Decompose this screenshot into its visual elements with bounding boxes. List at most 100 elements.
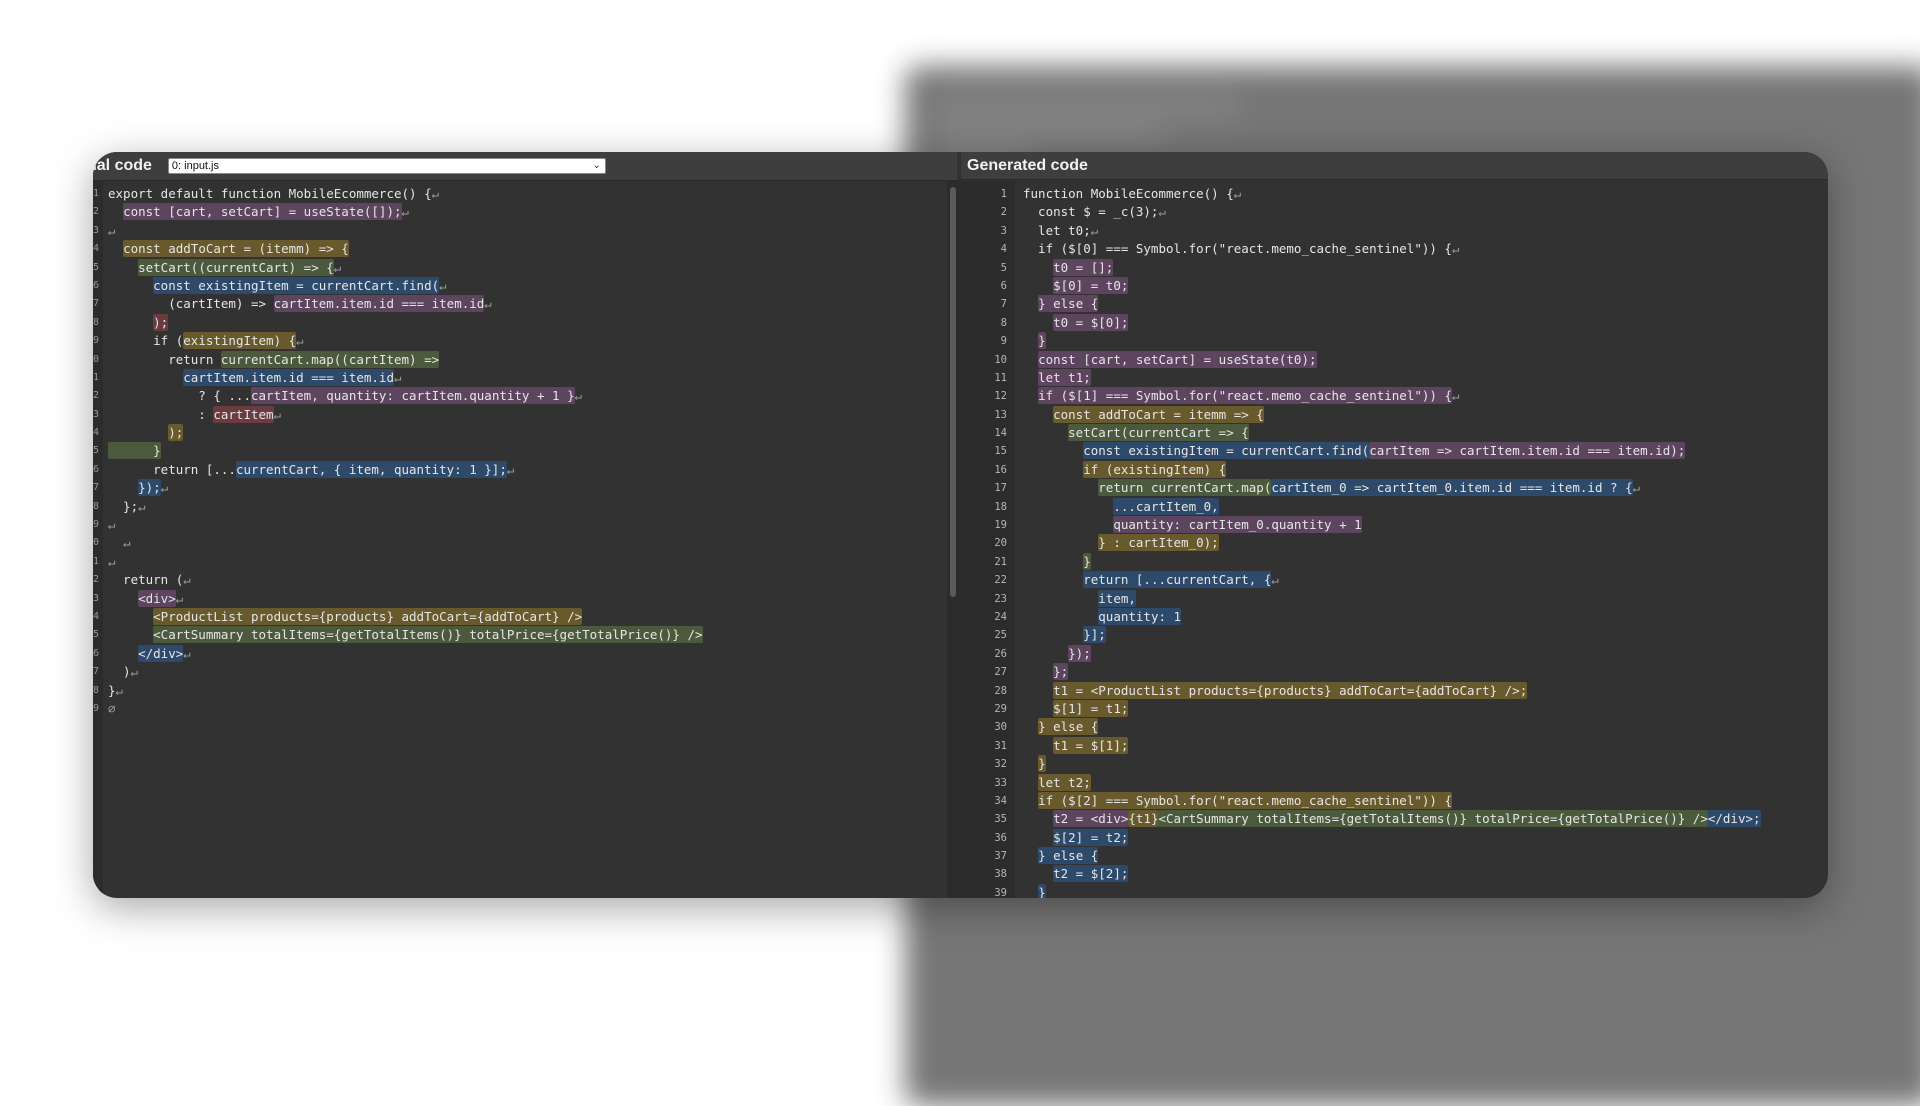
highlighted-code-span: </div>	[138, 644, 184, 662]
code-text: ↵	[108, 534, 131, 552]
line-number: 8	[93, 500, 99, 512]
code-span	[1023, 885, 1038, 898]
highlighted-code-span: if ($[2] === Symbol.for("react.memo_cach…	[1038, 791, 1452, 809]
return-marker: ↵	[484, 296, 492, 312]
code-span	[1023, 462, 1083, 477]
code-line: 18 ...cartItem_0,	[961, 497, 1828, 516]
line-number: 8	[93, 684, 99, 696]
code-line: 14 setCart(currentCart => {	[961, 424, 1828, 442]
highlighted-code-span: currentCart.map((cartItem) =>	[220, 350, 440, 368]
code-text: return currentCart.map(cartItem_0 => car…	[1023, 479, 1640, 497]
code-span: if (	[108, 333, 184, 349]
code-line: 22 return [...currentCart, {↵	[961, 571, 1828, 589]
code-text: ↵	[108, 516, 116, 534]
highlighted-code-span: cartItem.item.id === item.id	[273, 295, 485, 313]
highlighted-code-span: t1 = <ProductList products={products} ad…	[1053, 681, 1528, 699]
original-code-lines: 1 export default function MobileEcommerce…	[93, 185, 947, 718]
code-line: 6 return [...currentCart, { item, quanti…	[93, 460, 947, 479]
code-span	[1023, 315, 1053, 330]
chevron-down-icon: ⌄	[592, 160, 601, 171]
code-text: } : cartItem_0);	[1023, 534, 1219, 552]
generated-code-header: Generated code	[961, 152, 1828, 180]
code-span: (cartItem) =>	[108, 296, 274, 312]
original-code-title: nal code	[93, 157, 152, 174]
code-text: }	[1023, 332, 1046, 350]
highlighted-code-span: quantity: cartItem_0.quantity + 1	[1113, 516, 1362, 534]
code-text: const $ = _c(3);↵	[1023, 203, 1166, 221]
return-marker: ↵	[1632, 480, 1641, 496]
return-marker: ↵	[108, 553, 116, 569]
return-marker: ↵	[506, 461, 515, 477]
code-span	[1023, 278, 1053, 293]
return-marker: ↵	[1271, 572, 1279, 588]
return-marker: ↵	[333, 259, 342, 275]
code-text: t0 = $[0];	[1023, 313, 1129, 332]
original-code-editor[interactable]: 1 export default function MobileEcommerce…	[93, 181, 947, 898]
line-number: 3	[93, 408, 99, 420]
generated-code-editor[interactable]: 1 function MobileEcommerce() {↵ 2 const $ …	[961, 181, 1828, 898]
code-span	[1023, 535, 1098, 550]
code-span	[1023, 407, 1053, 422]
line-number: 17	[994, 482, 1007, 495]
line-number: 18	[994, 500, 1007, 513]
file-select-dropdown[interactable]: 0: input.js ⌄	[167, 158, 606, 174]
line-number: 23	[994, 592, 1007, 605]
code-line: 3 ↵	[93, 222, 947, 240]
code-line: 29 $[1] = t1;	[961, 699, 1828, 718]
code-line: 23 item,	[961, 589, 1828, 608]
code-line: 31 t1 = $[1];	[961, 736, 1828, 755]
code-line: 0 ↵	[93, 534, 947, 552]
highlighted-code-span: setCart((currentCart) => {	[138, 258, 334, 276]
highlighted-code-span: setCart(currentCart => {	[1068, 424, 1249, 442]
generated-code-title: Generated code	[967, 156, 1088, 174]
code-text: if (existingItem) {↵	[108, 332, 304, 350]
highlighted-code-span: cartItem => cartItem.item.id === item.id…	[1369, 442, 1686, 460]
line-number: 33	[994, 776, 1007, 789]
line-number: 11	[994, 371, 1007, 384]
code-line: 1 function MobileEcommerce() {↵	[961, 185, 1828, 203]
line-number: 5	[93, 445, 99, 457]
code-text: setCart((currentCart) => {↵	[108, 258, 342, 277]
highlighted-code-span: return currentCart.map(	[1098, 479, 1272, 497]
playground-window: nal code 0: input.js ⌄ Generated code 1e…	[93, 152, 1828, 898]
code-line: 8 t0 = $[0];	[961, 313, 1828, 332]
code-line: 5 t0 = [];	[961, 258, 1828, 277]
code-line: 20 } : cartItem_0);	[961, 534, 1828, 552]
code-line: 4 const addToCart = (itemm) => {	[93, 240, 947, 258]
code-line: 5 <CartSummary totalItems={getTotalItems…	[93, 626, 947, 644]
return-marker: ↵	[115, 682, 124, 698]
line-number: 7	[93, 298, 99, 310]
code-line: 2 return (↵	[93, 571, 947, 589]
code-text: const [cart, setCart] = useState(t0);	[1023, 350, 1317, 369]
line-number: 10	[994, 353, 1007, 366]
code-line: 9 ∅	[93, 700, 947, 718]
code-span: const $ = _c(3);	[1023, 204, 1159, 220]
code-span	[1023, 830, 1053, 845]
code-text: ...cartItem_0,	[1023, 497, 1219, 516]
code-line: 17 return currentCart.map(cartItem_0 => …	[961, 479, 1828, 497]
code-text: });↵	[108, 479, 168, 497]
return-marker: ↵	[574, 388, 583, 404]
line-number: 5	[93, 629, 99, 641]
code-line: 4 if ($[0] === Symbol.for("react.memo_ca…	[961, 240, 1828, 258]
line-number: 32	[994, 758, 1007, 771]
highlighted-code-span: }	[1038, 755, 1046, 773]
code-span	[1023, 646, 1068, 661]
highlighted-code-span: }	[1038, 883, 1046, 898]
highlighted-code-span: const addToCart = itemm => {	[1053, 405, 1264, 423]
code-span	[1023, 296, 1038, 311]
highlighted-code-span: const existingItem = currentCart.find(	[1083, 442, 1370, 460]
code-text: );	[108, 424, 184, 442]
code-text: t2 = <div>{t1}<CartSummary totalItems={g…	[1023, 810, 1761, 828]
scrollbar-thumb[interactable]	[950, 187, 956, 597]
code-text: ↵	[108, 553, 116, 571]
highlighted-code-span: let t2;	[1038, 773, 1091, 791]
return-marker: ↵	[183, 645, 191, 661]
code-text: t1 = <ProductList products={products} ad…	[1023, 681, 1528, 700]
code-span	[1023, 719, 1038, 734]
code-text: const addToCart = itemm => {	[1023, 405, 1264, 424]
editor-scrollbar[interactable]	[947, 181, 961, 898]
original-code-header: nal code 0: input.js ⌄	[93, 152, 957, 181]
code-line: 7 });↵	[93, 479, 947, 497]
code-text: return [...currentCart, { item, quantity…	[108, 460, 515, 479]
